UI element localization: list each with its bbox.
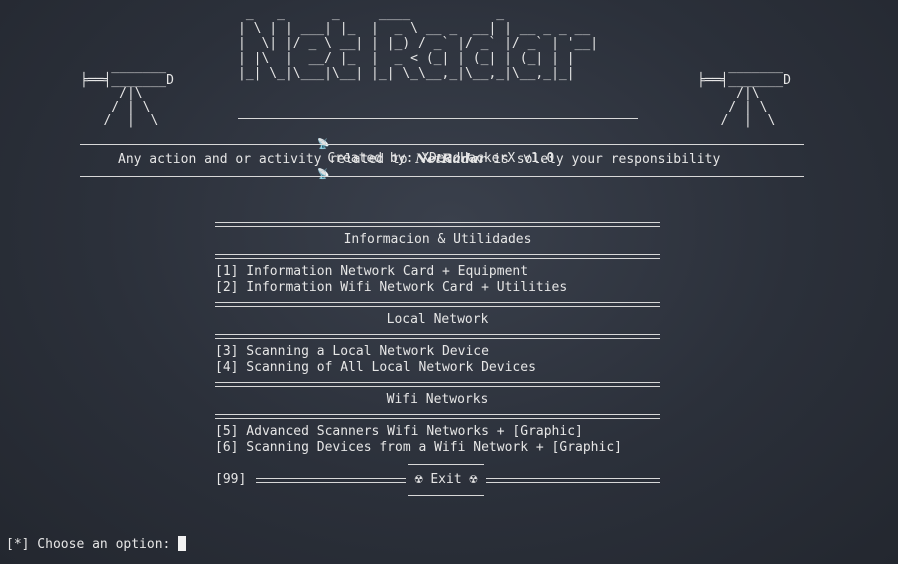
credit-top-rule: [238, 118, 638, 119]
section-divider: [215, 302, 660, 307]
section-divider: [215, 334, 660, 339]
section-divider: [215, 414, 660, 419]
cursor[interactable]: [178, 536, 187, 551]
exit-bottom-rule: [408, 495, 484, 496]
antenna-right-icon: _______ ╞══╡_______D /|\ / | \ / | \: [697, 59, 791, 128]
option-prompt[interactable]: [*] Choose an option:: [6, 536, 187, 552]
exit-left-rule: [256, 478, 406, 483]
section-title-info: Informacion & Utilidades: [343, 232, 532, 247]
menu-option-6[interactable]: [6] Scanning Devices from a Wifi Network…: [215, 440, 622, 455]
disclaimer-prefix: Any action and or activity related to: [118, 152, 416, 167]
disclaimer: Any action and or activity related to Ne…: [118, 152, 720, 167]
antenna-left-icon: _______ ╞══╡_______D /|\ / | \ / | \: [80, 59, 174, 128]
section-title-local: Local Network: [386, 312, 489, 327]
disclaimer-bottom-rule: [80, 176, 804, 177]
prompt-text: [*] Choose an option:: [6, 537, 179, 552]
section-divider: [215, 254, 660, 259]
section-divider: [215, 382, 660, 387]
menu-option-99-number[interactable]: [99]: [215, 472, 246, 487]
disclaimer-top-rule: [80, 144, 804, 145]
menu-option-4[interactable]: [4] Scanning of All Local Network Device…: [215, 360, 536, 375]
menu-option-1[interactable]: [1] Information Network Card + Equipment: [215, 264, 528, 279]
terminal-window: _ _ _ ____ _ | \ | | ___| |_ | _ \ __ _ …: [0, 0, 898, 564]
menu-option-5[interactable]: [5] Advanced Scanners Wifi Networks + [G…: [215, 424, 583, 439]
exit-right-rule: [486, 478, 660, 483]
menu-option-3[interactable]: [3] Scanning a Local Network Device: [215, 344, 489, 359]
exit-option[interactable]: ☢ Exit ☢: [408, 472, 484, 487]
disclaimer-brand: NetRadar: [415, 152, 486, 167]
section-divider: [215, 222, 660, 227]
menu-option-2[interactable]: [2] Information Wifi Network Card + Util…: [215, 280, 567, 295]
disclaimer-suffix: is solely your responsibility: [485, 152, 721, 167]
exit-top-rule: [408, 464, 484, 465]
section-title-wifi: Wifi Networks: [386, 392, 489, 407]
netradar-ascii-logo: _ _ _ ____ _ | \ | | ___| |_ | _ \ __ _ …: [238, 6, 599, 81]
satellite-antenna-icon: 📡: [317, 169, 330, 180]
